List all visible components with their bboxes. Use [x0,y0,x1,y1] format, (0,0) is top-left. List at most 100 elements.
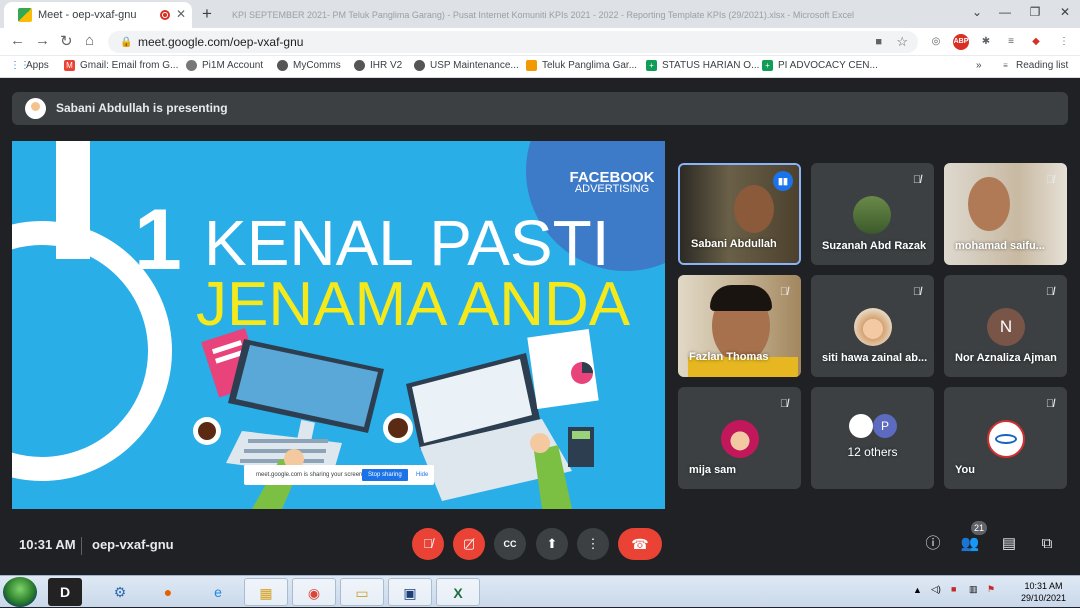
bookmark-advocacy[interactable]: + PI ADVOCACY CEN... [762,60,878,71]
tab-search-icon[interactable]: ⌄ [966,2,988,22]
participant-tile[interactable]: 🎙̸ siti hawa zainal ab... [811,275,934,377]
more-options-button[interactable]: ⋮ [577,528,609,560]
microphone-toggle-button[interactable]: 🎙̸ [412,528,444,560]
participant-tile[interactable]: 🎙̸ mohamad saifu... [944,163,1067,265]
camera-toggle-button[interactable]: ▢̸ [453,528,485,560]
participant-tile[interactable]: ▮▮ Sabani Abdullah [678,163,801,265]
participant-tile-self[interactable]: 🎙̸ You [944,387,1067,489]
tab-meet[interactable]: Meet - oep-vxaf-gnu ✕ [4,2,192,28]
action-center-icon[interactable]: ⚑ [987,584,995,595]
maximize-button[interactable]: ❐ [1020,2,1050,22]
menu-icon[interactable]: ⋮ [1056,34,1072,50]
home-icon[interactable]: ⌂ [85,32,94,49]
mic-muted-icon: 🎙̸ [912,174,922,186]
chrome-icon[interactable]: ◉ [292,578,336,606]
camera-icon[interactable]: ■ [875,31,882,53]
lock-icon: 🔒 [120,37,133,48]
mic-muted-icon: 🎙̸ [1045,174,1055,186]
others-count-label: 12 others [847,445,898,459]
meet-main: Sabani Abdullah is presenting FACEBOOK A… [0,78,1080,575]
participant-face [734,185,774,233]
bookmark-status[interactable]: + STATUS HARIAN O... [646,60,759,71]
tab-excel[interactable]: KPI SEPTEMBER 2021- PM Teluk Panglima Ga… [222,2,862,28]
captions-button[interactable]: CC [494,528,526,560]
tray-app-icon[interactable]: ■ [951,584,956,594]
adblock-icon[interactable]: ABP [953,34,969,50]
taskbar-app-icon[interactable]: D [48,578,82,606]
site-icon [526,60,537,71]
participant-face [968,177,1010,231]
mic-muted-icon: 🎙̸ [912,286,922,298]
minimize-button[interactable]: — [990,2,1020,22]
bookmark-teluk[interactable]: Teluk Panglima Gar... [526,60,637,71]
participant-avatar [721,420,759,458]
bookmark-pi1m[interactable]: Pi1M Account [186,60,263,71]
forward-icon[interactable]: → [35,32,50,49]
back-icon[interactable]: ← [10,32,25,49]
taskbar-app-icon[interactable]: ⚙ [98,578,142,606]
participant-tile[interactable]: 🎙̸ Fazlan Thomas [678,275,801,377]
participant-tile-others[interactable]: P 12 others [811,387,934,489]
start-button[interactable] [3,577,37,607]
volume-icon[interactable]: ◁) [931,584,941,595]
participant-initial-avatar: N [987,308,1025,346]
new-tab-button[interactable]: + [202,4,212,24]
bookmark-gmail[interactable]: M Gmail: Email from G... [64,60,178,71]
globe-icon[interactable]: ◎ [928,34,944,50]
participant-tile[interactable]: 🎙̸ mija sam [678,387,801,489]
bookmark-label: MyComms [293,60,341,71]
system-tray: ▲ ◁) ■ ▥ ⚑ 10:31 AM 29/10/2021 [905,576,1080,608]
internet-explorer-icon[interactable]: e [196,578,240,606]
folder-icon[interactable]: ▭ [340,578,384,606]
bookmark-ihr[interactable]: IHR V2 [354,60,402,71]
more-bookmarks-icon[interactable]: » [976,60,982,71]
show-hidden-icons-icon[interactable]: ▲ [913,585,922,595]
mic-muted-icon: 🎙̸ [779,398,789,410]
meet-favicon-icon [18,8,32,22]
tab-title: Meet - oep-vxaf-gnu [38,9,137,21]
leave-call-button[interactable]: ☎ [618,528,662,560]
close-window-button[interactable]: ✕ [1050,2,1080,22]
taskbar-date: 29/10/2021 [1020,593,1066,603]
presenting-text: Sabani Abdullah is presenting [56,101,228,115]
bookmark-usp[interactable]: USP Maintenance... [414,60,519,71]
meeting-code: oep-vxaf-gnu [92,537,174,552]
reload-icon[interactable]: ↻ [60,32,73,50]
sheets-icon: + [646,60,657,71]
participant-tile[interactable]: 🎙̸ Suzanah Abd Razak [811,163,934,265]
bookmark-label: Apps [26,60,49,71]
bookmark-star-icon[interactable]: ☆ [896,31,908,53]
meeting-controls: 10:31 AM oep-vxaf-gnu 🎙̸ ▢̸ CC ⬆ ⋮ ☎ ⓘ 👥… [0,521,1080,575]
chat-icon[interactable]: ▤ [998,533,1020,555]
activities-icon[interactable]: ⧉ [1036,533,1058,555]
bookmark-apps[interactable]: ⋮⋮ Apps [10,60,49,71]
divider [81,537,82,555]
excel-icon[interactable]: X [436,578,480,606]
taskbar-time: 10:31 AM [1024,581,1063,591]
participant-name: You [955,464,975,476]
bookmark-mycomms[interactable]: MyComms [277,60,341,71]
file-explorer-icon[interactable]: ▦ [244,578,288,606]
firefox-icon[interactable]: ● [146,578,190,606]
present-screen-button[interactable]: ⬆ [536,528,568,560]
address-bar[interactable]: 🔒 meet.google.com/oep-vxaf-gnu ■ ☆ [108,31,918,53]
network-icon[interactable]: ▥ [969,584,978,595]
reading-list-button[interactable]: ≡ Reading list [1000,60,1068,71]
participant-tile[interactable]: 🎙̸ N Nor Aznaliza Ajman [944,275,1067,377]
extension-icon[interactable]: ◆ [1028,34,1044,50]
globe-small-icon [354,60,365,71]
meeting-info-icon[interactable]: ⓘ [922,533,944,555]
reading-list-icon: ≡ [1003,61,1008,70]
hide-share-bar-button[interactable]: Hide [416,465,428,485]
stop-sharing-button[interactable]: Stop sharing [362,469,408,481]
presentation-slide: FACEBOOK ADVERTISING 1 KENAL PASTI JENAM… [12,141,665,509]
extensions-icon[interactable]: ✱ [978,34,994,50]
close-tab-icon[interactable]: ✕ [176,7,186,21]
monitor-app-icon[interactable]: ▣ [388,578,432,606]
reading-list-icon[interactable]: ≡ [1003,34,1019,50]
participant-name: Fazlan Thomas [689,351,769,363]
globe-small-icon [414,60,425,71]
taskbar-clock[interactable]: 10:31 AM 29/10/2021 [1021,580,1066,604]
mic-muted-icon: 🎙̸ [1045,398,1055,410]
people-icon[interactable]: 👥 [959,533,981,555]
